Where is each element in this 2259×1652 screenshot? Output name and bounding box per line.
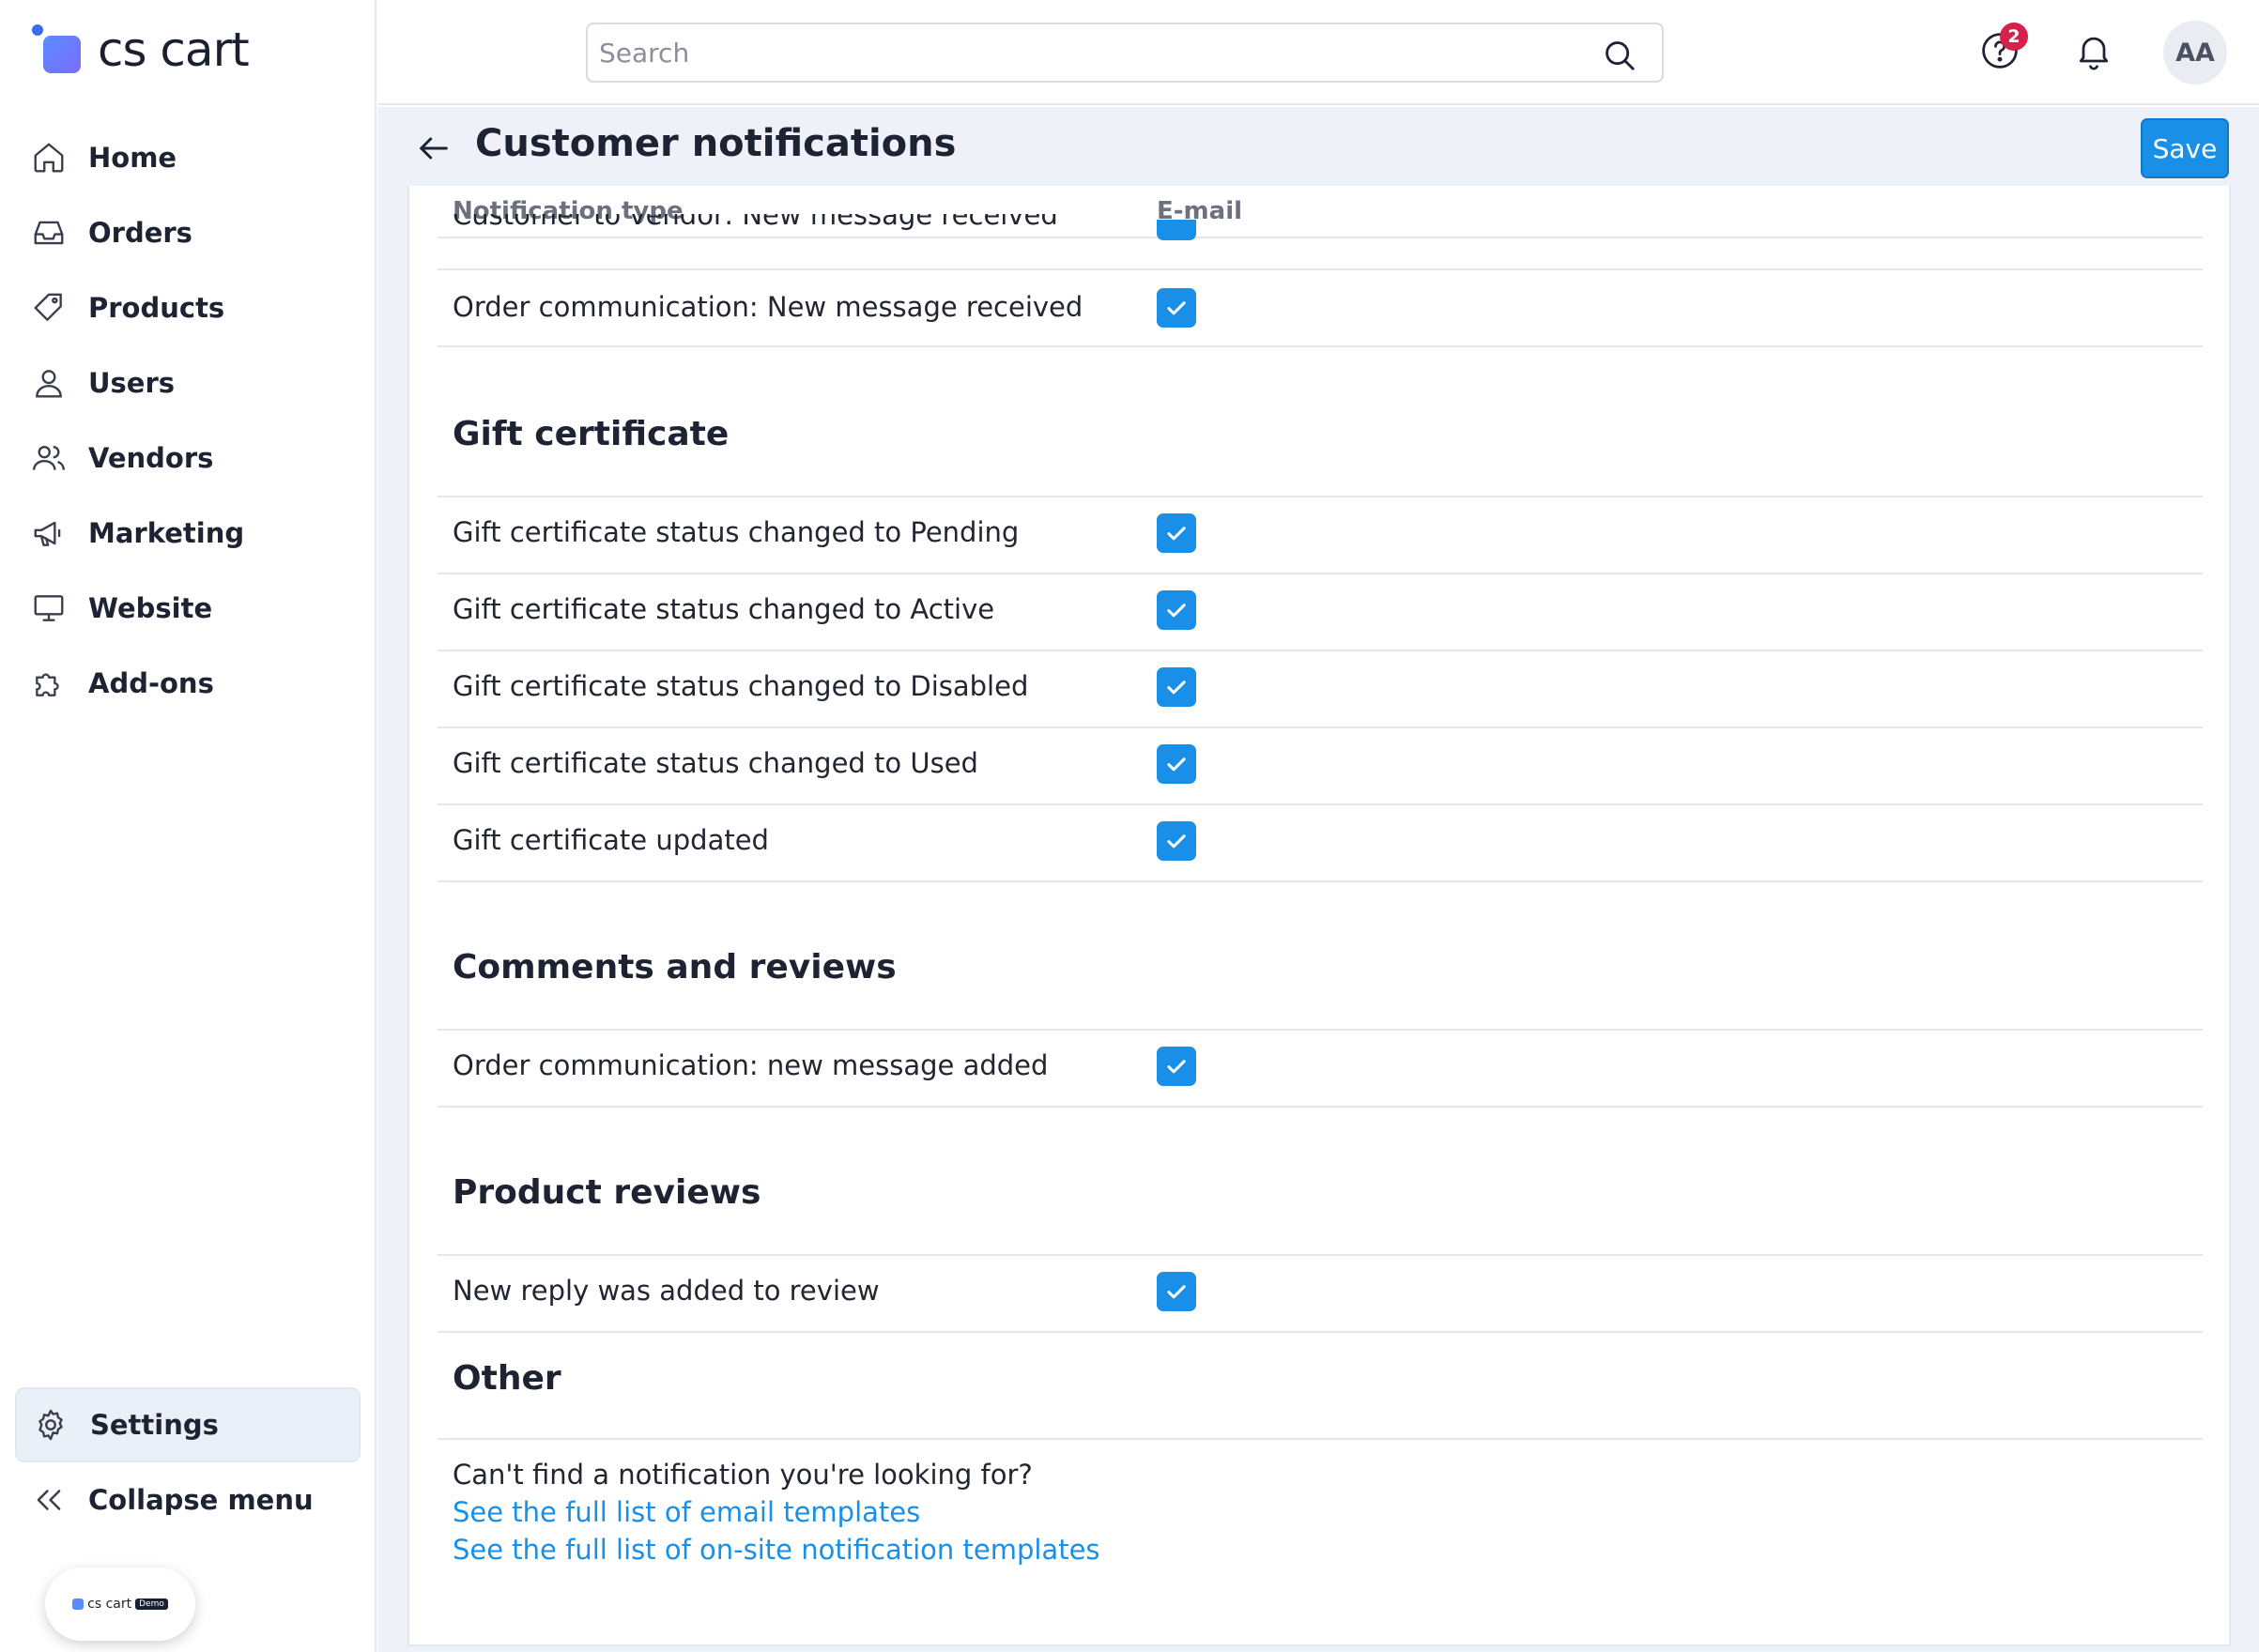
check-icon	[1167, 604, 1186, 618]
sidebar-item-label: Vendors	[88, 442, 214, 474]
notifications-card: Notification type E-mail Customer to ven…	[407, 186, 2231, 1646]
check-icon	[1167, 834, 1186, 849]
clipped-row-label: Customer to vendor: New message received	[453, 214, 1058, 231]
notification-label: Gift certificate status changed to Used	[453, 747, 978, 779]
email-checkbox[interactable]	[1157, 667, 1196, 707]
sidebar: cs cart Home Orders Products Users Vendo…	[0, 0, 376, 1652]
search-input[interactable]	[599, 30, 1575, 75]
divider	[438, 1254, 2203, 1256]
section-title-product-reviews: Product reviews	[453, 1173, 761, 1212]
sidebar-item-label: Marketing	[88, 517, 245, 549]
home-icon	[30, 139, 68, 176]
megaphone-icon	[30, 514, 68, 552]
page-title: Customer notifications	[475, 122, 957, 165]
email-templates-link[interactable]: See the full list of email templates	[453, 1496, 920, 1528]
sidebar-item-add-ons[interactable]: Add-ons	[15, 646, 361, 721]
save-button[interactable]: Save	[2141, 118, 2229, 178]
email-checkbox[interactable]	[1157, 744, 1196, 784]
notification-label: New reply was added to review	[453, 1275, 880, 1307]
email-checkbox[interactable]	[1157, 220, 1196, 240]
sidebar-item-home[interactable]: Home	[15, 120, 361, 195]
sidebar-item-label: Products	[88, 292, 225, 324]
email-checkbox[interactable]	[1157, 288, 1196, 328]
divider	[438, 650, 2203, 651]
search-icon[interactable]	[1602, 38, 1637, 73]
check-icon	[1167, 681, 1186, 695]
check-icon	[1167, 1060, 1186, 1074]
divider	[438, 880, 2203, 882]
sidebar-item-website[interactable]: Website	[15, 571, 361, 646]
divider	[438, 1331, 2203, 1333]
divider	[438, 1029, 2203, 1031]
demo-logo-mark	[72, 1598, 85, 1610]
content-area: Notification type E-mail Customer to ven…	[377, 186, 2259, 1652]
gear-icon	[32, 1406, 69, 1444]
user-icon	[30, 364, 68, 402]
section-title-comments-and-reviews: Comments and reviews	[453, 948, 897, 987]
email-checkbox[interactable]	[1157, 821, 1196, 861]
monitor-icon	[30, 589, 68, 627]
sidebar-item-label: Users	[88, 367, 176, 399]
sidebar-item-label: Settings	[90, 1409, 219, 1441]
email-checkbox[interactable]	[1157, 1272, 1196, 1311]
chevrons-left-icon	[30, 1481, 68, 1519]
sidebar-item-label: Collapse menu	[88, 1484, 314, 1516]
divider	[438, 1106, 2203, 1108]
notification-label: Gift certificate updated	[453, 824, 769, 856]
top-bar: 2 AA	[377, 0, 2259, 105]
divider	[438, 268, 2203, 270]
tag-icon	[30, 289, 68, 327]
divider	[438, 573, 2203, 574]
sidebar-item-users[interactable]: Users	[15, 345, 361, 421]
title-bar: Customer notifications Save	[377, 107, 2259, 186]
check-icon	[1167, 301, 1186, 315]
logo-text: cs cart	[98, 23, 250, 77]
demo-tag: Demo	[135, 1598, 168, 1610]
back-arrow-icon[interactable]	[415, 130, 453, 167]
sidebar-item-label: Add-ons	[88, 667, 214, 699]
users-icon	[30, 439, 68, 477]
sidebar-item-vendors[interactable]: Vendors	[15, 421, 361, 496]
other-question: Can't find a notification you're looking…	[453, 1459, 1033, 1491]
sidebar-item-marketing[interactable]: Marketing	[15, 496, 361, 571]
puzzle-icon	[30, 665, 68, 702]
search-box	[586, 23, 1664, 83]
email-checkbox[interactable]	[1157, 513, 1196, 553]
notification-label: Gift certificate status changed to Activ…	[453, 593, 995, 625]
notification-label: Gift certificate status changed to Pendi…	[453, 516, 1020, 548]
app-logo[interactable]: cs cart	[30, 21, 250, 79]
sidebar-item-label: Orders	[88, 217, 192, 249]
divider	[438, 345, 2203, 347]
logo-mark	[30, 23, 85, 77]
demo-badge[interactable]: cs cart Demo	[45, 1568, 195, 1641]
bell-icon[interactable]	[2073, 30, 2114, 71]
sidebar-item-orders[interactable]: Orders	[15, 195, 361, 270]
section-title-gift-certificate: Gift certificate	[453, 415, 730, 453]
divider	[438, 496, 2203, 497]
onsite-templates-link[interactable]: See the full list of on-site notificatio…	[453, 1534, 1100, 1566]
email-checkbox[interactable]	[1157, 590, 1196, 630]
demo-logo-text: cs cart	[87, 1597, 132, 1612]
check-icon	[1167, 757, 1186, 772]
section-title-other: Other	[453, 1359, 561, 1398]
inbox-icon	[30, 214, 68, 252]
help-badge: 2	[2000, 23, 2028, 51]
avatar[interactable]: AA	[2163, 21, 2227, 84]
divider	[438, 1438, 2203, 1440]
sidebar-item-products[interactable]: Products	[15, 270, 361, 345]
notification-label: Order communication: New message receive…	[453, 291, 1083, 323]
check-icon	[1167, 527, 1186, 541]
sidebar-item-settings[interactable]: Settings	[15, 1387, 361, 1462]
divider	[438, 803, 2203, 805]
notification-label: Order communication: new message added	[453, 1049, 1049, 1081]
collapse-menu-button[interactable]: Collapse menu	[15, 1462, 361, 1537]
notification-label: Gift certificate status changed to Disab…	[453, 670, 1029, 702]
sidebar-item-label: Home	[88, 142, 177, 174]
divider	[438, 727, 2203, 728]
sidebar-item-label: Website	[88, 592, 213, 624]
email-checkbox[interactable]	[1157, 1047, 1196, 1086]
check-icon	[1167, 1285, 1186, 1299]
